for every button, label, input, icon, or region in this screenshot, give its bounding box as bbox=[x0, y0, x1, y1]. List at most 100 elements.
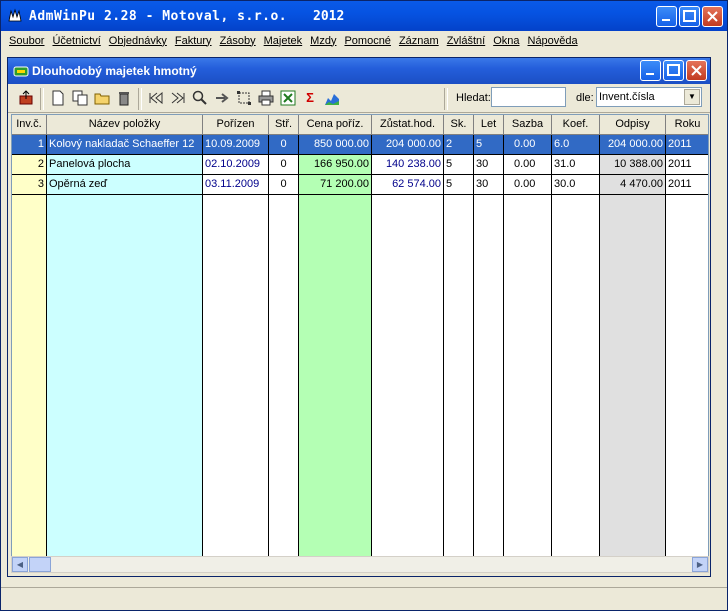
scroll-thumb[interactable] bbox=[29, 557, 51, 572]
close-button[interactable] bbox=[702, 6, 723, 27]
column-header-year[interactable]: Roku bbox=[666, 115, 708, 135]
scroll-left-icon[interactable]: ◀ bbox=[12, 557, 28, 572]
cell-let: 30 bbox=[474, 175, 504, 195]
table-row[interactable]: 1 Kolový nakladač Schaeffer 12 10.09.200… bbox=[12, 135, 708, 155]
chart-icon[interactable] bbox=[324, 90, 340, 106]
minimize-button[interactable] bbox=[656, 6, 677, 27]
column-header-str[interactable]: Stř. bbox=[269, 115, 299, 135]
search-by-value: Invent.čísla bbox=[599, 91, 655, 103]
column-header-rate[interactable]: Sazba bbox=[504, 115, 552, 135]
maximize-button[interactable] bbox=[679, 6, 700, 27]
scroll-right-icon[interactable]: ▶ bbox=[692, 557, 708, 572]
close-icon bbox=[691, 65, 702, 76]
last-record-icon[interactable] bbox=[170, 90, 186, 106]
column-header-remaining[interactable]: Zůstat.hod. bbox=[372, 115, 444, 135]
first-record-icon[interactable] bbox=[148, 90, 164, 106]
cell-inv: 1 bbox=[12, 135, 47, 155]
cell-rate: 0.00 bbox=[504, 175, 552, 195]
cell-sk: 5 bbox=[444, 155, 474, 175]
cell-depreciation: 204 000.00 bbox=[600, 135, 666, 155]
menu-ucetnictvi[interactable]: Účetnictví bbox=[48, 35, 104, 47]
asset-window-title: Dlouhodobý majetek hmotný bbox=[32, 64, 197, 78]
title-bar[interactable]: AdmWinPu 2.28 - Motoval, s.r.o. 2012 bbox=[1, 1, 727, 31]
column-header-inv[interactable]: Inv.č. bbox=[12, 115, 47, 135]
cell-name: Panelová plocha bbox=[47, 155, 203, 175]
column-header-price[interactable]: Cena poříz. bbox=[299, 115, 372, 135]
table-row[interactable]: 3 Opěrná zeď 03.11.2009 0 71 200.00 62 5… bbox=[12, 175, 708, 195]
maximize-icon bbox=[683, 10, 696, 22]
cell-name: Opěrná zeď bbox=[47, 175, 203, 195]
status-bar bbox=[1, 587, 727, 611]
cell-date: 02.10.2009 bbox=[203, 155, 269, 175]
open-icon[interactable] bbox=[94, 90, 110, 106]
column-header-depreciation[interactable]: Odpisy bbox=[600, 115, 666, 135]
menu-pomocne[interactable]: Pomocné bbox=[340, 35, 394, 47]
cell-remaining: 62 574.00 bbox=[372, 175, 444, 195]
print-icon[interactable] bbox=[258, 90, 274, 106]
cell-str: 0 bbox=[269, 155, 299, 175]
cell-inv: 2 bbox=[12, 155, 47, 175]
cell-date: 10.09.2009 bbox=[203, 135, 269, 155]
menu-napoveda[interactable]: Nápověda bbox=[524, 35, 582, 47]
main-window: AdmWinPu 2.28 - Motoval, s.r.o. 2012 Sou… bbox=[0, 0, 728, 611]
cell-year: 2011 bbox=[666, 155, 708, 175]
menu-zvlastni[interactable]: Zvláštní bbox=[443, 35, 490, 47]
cell-year: 2011 bbox=[666, 175, 708, 195]
search-by-select[interactable]: Invent.čísla ▼ bbox=[596, 87, 702, 107]
cell-date: 03.11.2009 bbox=[203, 175, 269, 195]
asset-window-icon bbox=[13, 66, 29, 77]
sum-icon[interactable]: Σ bbox=[302, 90, 318, 106]
menu-majetek[interactable]: Majetek bbox=[260, 35, 307, 47]
delete-icon[interactable] bbox=[116, 90, 132, 106]
search-input[interactable] bbox=[491, 87, 566, 107]
cell-coef: 31.0 bbox=[552, 155, 600, 175]
cell-rate: 0.00 bbox=[504, 135, 552, 155]
column-header-sk[interactable]: Sk. bbox=[444, 115, 474, 135]
cell-depreciation: 4 470.00 bbox=[600, 175, 666, 195]
asset-table: Inv.č. Název položky Pořízen Stř. Cena p… bbox=[11, 114, 709, 558]
copy-icon[interactable] bbox=[72, 90, 88, 106]
column-header-name[interactable]: Název položky bbox=[47, 115, 203, 135]
column-header-date[interactable]: Pořízen bbox=[203, 115, 269, 135]
cell-depreciation: 10 388.00 bbox=[600, 155, 666, 175]
menu-soubor[interactable]: Soubor bbox=[1, 35, 48, 47]
asset-window: Dlouhodobý majetek hmotný Σ Hledat: dle:… bbox=[7, 57, 711, 577]
cell-remaining: 204 000.00 bbox=[372, 135, 444, 155]
menu-mzdy[interactable]: Mzdy bbox=[306, 35, 340, 47]
cell-price: 71 200.00 bbox=[299, 175, 372, 195]
horizontal-scrollbar[interactable]: ◀ ▶ bbox=[11, 556, 709, 573]
menu-faktury[interactable]: Faktury bbox=[171, 35, 216, 47]
cell-inv: 3 bbox=[12, 175, 47, 195]
menu-okna[interactable]: Okna bbox=[489, 35, 523, 47]
new-icon[interactable] bbox=[50, 90, 66, 106]
cell-remaining: 140 238.00 bbox=[372, 155, 444, 175]
excel-icon[interactable] bbox=[280, 90, 296, 106]
menu-zasoby[interactable]: Zásoby bbox=[216, 35, 260, 47]
menu-zaznam[interactable]: Záznam bbox=[395, 35, 443, 47]
menu-objednavky[interactable]: Objednávky bbox=[105, 35, 171, 47]
exit-icon[interactable] bbox=[18, 90, 34, 106]
asset-window-title-bar[interactable]: Dlouhodobý majetek hmotný bbox=[8, 58, 710, 84]
menu-bar: Soubor Účetnictví Objednávky Faktury Zás… bbox=[1, 31, 727, 50]
column-header-let[interactable]: Let bbox=[474, 115, 504, 135]
cell-year: 2011 bbox=[666, 135, 708, 155]
find-icon[interactable] bbox=[192, 90, 208, 106]
cell-coef: 6.0 bbox=[552, 135, 600, 155]
cell-price: 850 000.00 bbox=[299, 135, 372, 155]
next-icon[interactable] bbox=[214, 90, 230, 106]
cell-name: Kolový nakladač Schaeffer 12 bbox=[47, 135, 203, 155]
maximize-icon bbox=[667, 64, 680, 76]
cell-let: 30 bbox=[474, 155, 504, 175]
select-icon[interactable] bbox=[236, 90, 252, 106]
toolbar: Σ Hledat: dle: Invent.čísla ▼ bbox=[8, 84, 710, 113]
chevron-down-icon[interactable]: ▼ bbox=[684, 89, 700, 105]
column-header-coef[interactable]: Koef. bbox=[552, 115, 600, 135]
table-row[interactable]: 2 Panelová plocha 02.10.2009 0 166 950.0… bbox=[12, 155, 708, 175]
table-header: Inv.č. Název položky Pořízen Stř. Cena p… bbox=[12, 115, 708, 135]
cell-str: 0 bbox=[269, 175, 299, 195]
child-close-button[interactable] bbox=[686, 60, 707, 81]
cell-str: 0 bbox=[269, 135, 299, 155]
search-by-label: dle: bbox=[576, 92, 594, 104]
child-maximize-button[interactable] bbox=[663, 60, 684, 81]
child-minimize-button[interactable] bbox=[640, 60, 661, 81]
